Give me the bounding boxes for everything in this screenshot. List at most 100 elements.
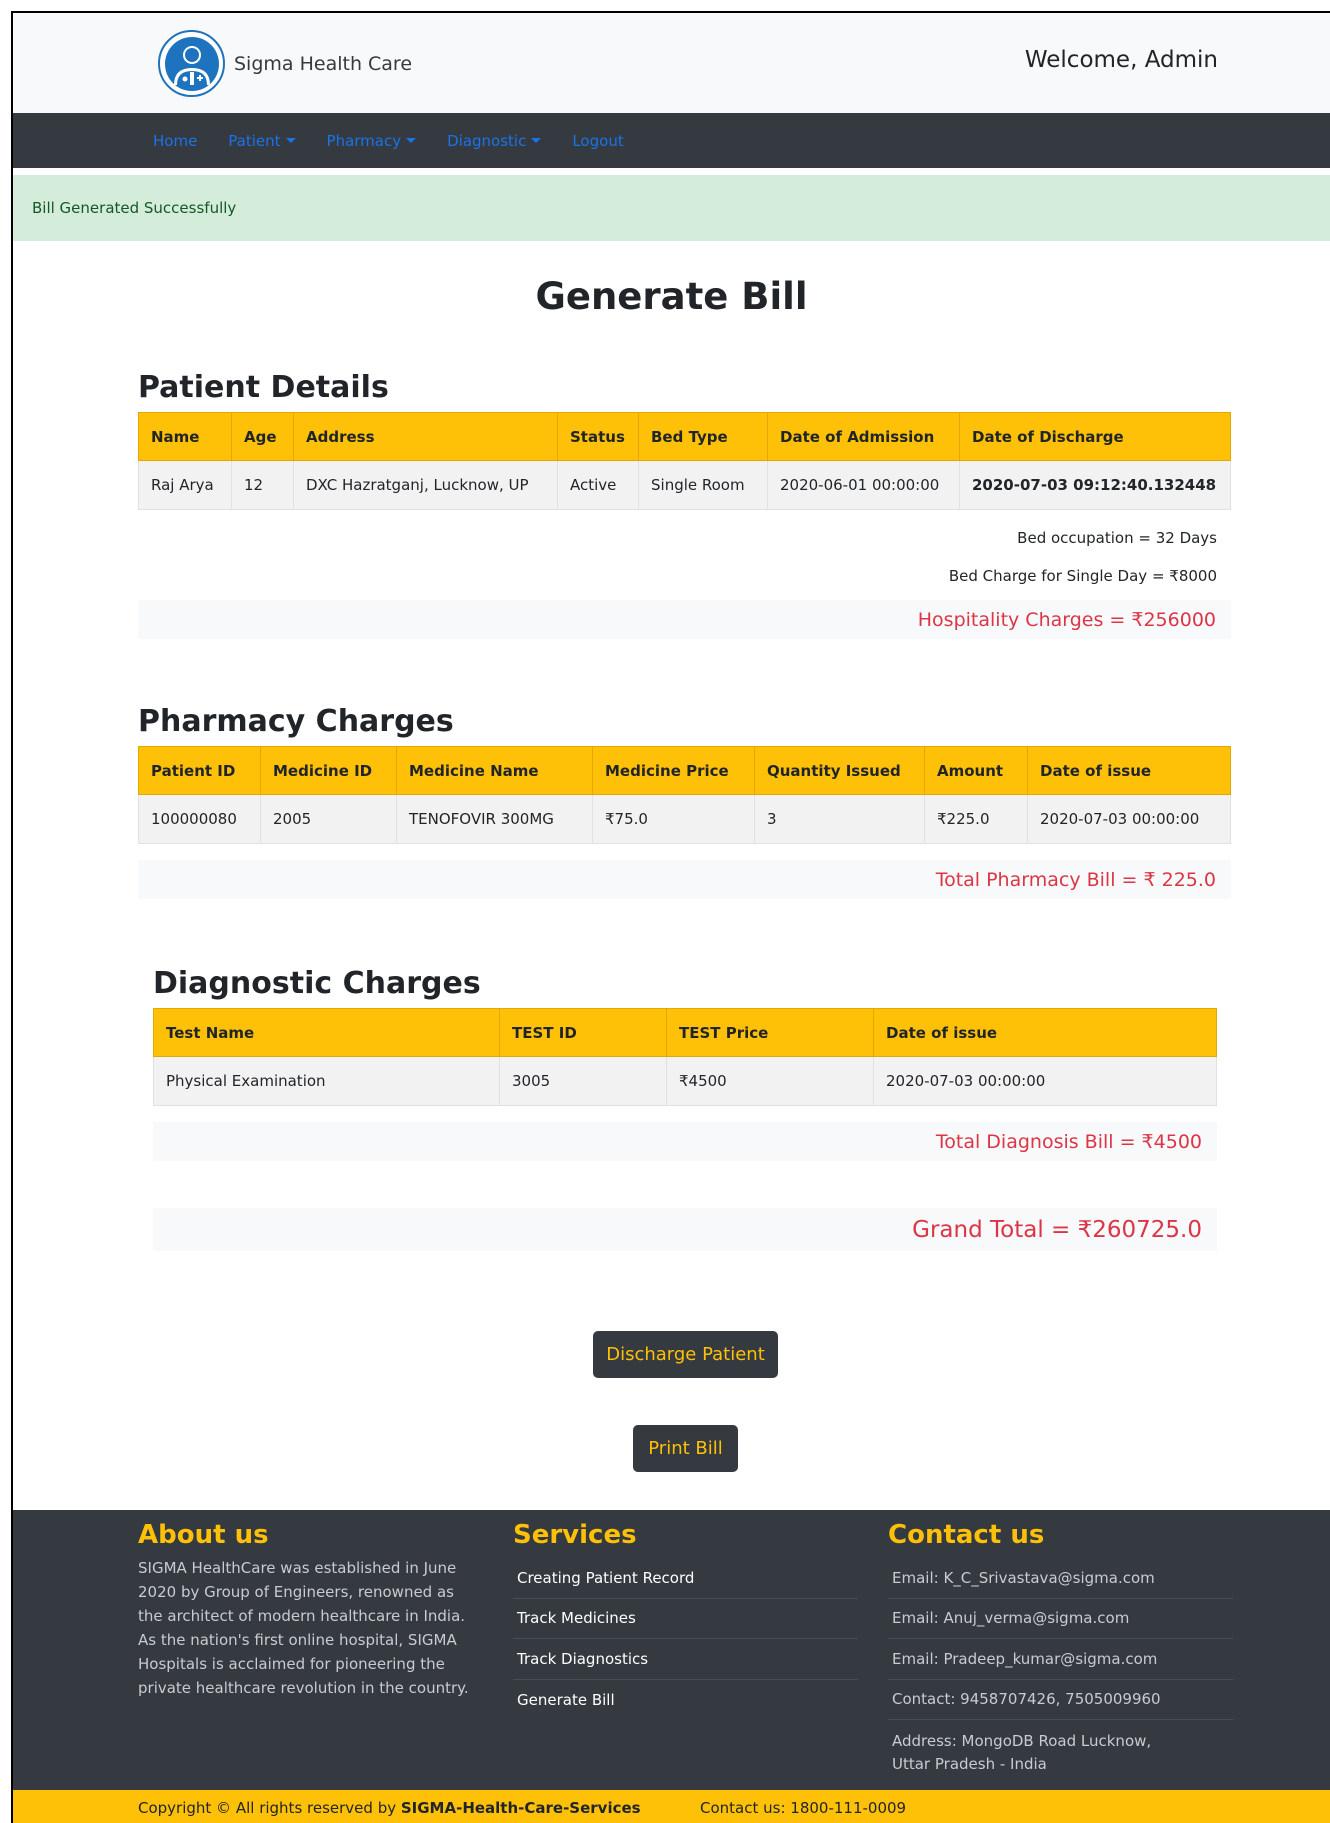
table-cell: 2020-07-03 09:12:40.132448 <box>959 460 1231 510</box>
table-row: 100000080 2005 TENOFOVIR 300MG ₹75.0 3 ₹… <box>138 794 1231 844</box>
nav-diagnostic-dropdown[interactable]: Diagnostic <box>447 131 542 150</box>
top-header: Sigma Health Care Welcome, Admin <box>13 13 1330 113</box>
doctor-logo-icon <box>158 30 225 97</box>
footer-about: About us SIGMA HealthCare was establishe… <box>138 1520 488 1700</box>
col-header: Medicine ID <box>260 746 397 795</box>
service-link[interactable]: Track Medicines <box>513 1599 858 1639</box>
table-cell: ₹75.0 <box>592 794 755 844</box>
patient-details-section: Patient Details Name Age Address Status … <box>138 370 1231 639</box>
page-title: Generate Bill <box>535 275 808 318</box>
table-cell: 2020-07-03 00:00:00 <box>873 1056 1217 1106</box>
caret-down-icon <box>531 138 542 143</box>
table-cell: 3005 <box>499 1056 667 1106</box>
welcome-text: Welcome, Admin <box>1024 47 1218 73</box>
diagnosis-total: Total Diagnosis Bill = ₹4500 <box>153 1122 1217 1161</box>
table-cell: Physical Examination <box>153 1056 500 1106</box>
table-header-row: Test Name TEST ID TEST Price Date of iss… <box>153 1008 1217 1057</box>
about-text: SIGMA HealthCare was established in June… <box>138 1559 469 1697</box>
contact-item: Email: Pradeep_kumar@sigma.com <box>888 1639 1233 1680</box>
grand-total: Grand Total = ₹260725.0 <box>153 1208 1217 1251</box>
copyright-contact: Contact us: 1800-111-0009 <box>700 1799 907 1817</box>
contact-list: Email: K_C_Srivastava@sigma.com Email: A… <box>888 1558 1233 1776</box>
col-header: Medicine Price <box>592 746 755 795</box>
contact-item: Address: MongoDB Road Lucknow, Uttar Pra… <box>892 1732 1152 1773</box>
success-alert: Bill Generated Successfully <box>13 175 1330 241</box>
service-link[interactable]: Creating Patient Record <box>513 1558 858 1599</box>
diagnostic-heading: Diagnostic Charges <box>153 966 481 1001</box>
contact-item: Contact: 9458707426, 7505009960 <box>888 1680 1233 1720</box>
col-header: Status <box>557 412 639 461</box>
bed-charge: Bed Charge for Single Day = ₹8000 <box>948 567 1217 585</box>
nav-logout[interactable]: Logout <box>572 132 623 150</box>
bed-occupation: Bed occupation = 32 Days <box>1017 529 1217 547</box>
hospitality-total: Hospitality Charges = ₹256000 <box>138 600 1231 639</box>
pharmacy-total: Total Pharmacy Bill = ₹ 225.0 <box>138 860 1231 899</box>
table-cell: Active <box>557 460 639 510</box>
table-cell: TENOFOVIR 300MG <box>396 794 593 844</box>
caret-down-icon <box>406 138 417 143</box>
col-header: Patient ID <box>138 746 261 795</box>
table-header-row: Patient ID Medicine ID Medicine Name Med… <box>138 746 1231 795</box>
col-header: Name <box>138 412 232 461</box>
caret-down-icon <box>285 138 296 143</box>
col-header: TEST ID <box>499 1008 667 1057</box>
nav-home-label: Home <box>153 131 198 150</box>
nav-patient-label: Patient <box>228 131 281 150</box>
pharmacy-heading: Pharmacy Charges <box>138 704 454 739</box>
patient-table: Name Age Address Status Bed Type Date of… <box>138 412 1231 510</box>
services-title: Services <box>513 1520 637 1550</box>
table-cell: 2020-07-03 00:00:00 <box>1027 794 1231 844</box>
nav-logout-label: Logout <box>572 131 624 150</box>
col-header: Date of issue <box>1027 746 1231 795</box>
copyright-bar: Copyright © All rights reserved by SIGMA… <box>13 1790 1330 1823</box>
contact-item: Email: K_C_Srivastava@sigma.com <box>888 1558 1233 1599</box>
table-cell: DXC Hazratganj, Lucknow, UP <box>293 460 558 510</box>
patient-details-heading: Patient Details <box>138 370 389 405</box>
about-title: About us <box>138 1520 269 1550</box>
table-row: Raj Arya 12 DXC Hazratganj, Lucknow, UP … <box>138 460 1231 510</box>
col-header: Bed Type <box>638 412 768 461</box>
nav-pharmacy-label: Pharmacy <box>326 131 402 150</box>
nav-patient-dropdown[interactable]: Patient <box>228 131 296 150</box>
page-frame: Sigma Health Care Welcome, Admin Home Pa… <box>11 11 1330 1823</box>
diagnostic-section: Diagnostic Charges Test Name TEST ID TES… <box>153 966 1217 1251</box>
copyright-owner: SIGMA-Health-Care-Services <box>400 1799 641 1817</box>
table-cell: ₹4500 <box>666 1056 874 1106</box>
col-header: Date of Admission <box>767 412 960 461</box>
table-cell: 12 <box>231 460 294 510</box>
brand-name: Sigma Health Care <box>234 52 413 75</box>
col-header: Quantity Issued <box>754 746 925 795</box>
contact-item: Email: Anuj_verma@sigma.com <box>888 1599 1233 1639</box>
nav-diagnostic-label: Diagnostic <box>447 131 527 150</box>
table-cell: Raj Arya <box>138 460 232 510</box>
print-bill-button[interactable]: Print Bill <box>633 1425 738 1472</box>
navbar: Home Patient Pharmacy Diagnostic Logout <box>13 113 1330 168</box>
service-link[interactable]: Track Diagnostics <box>513 1639 858 1680</box>
table-cell: ₹225.0 <box>924 794 1028 844</box>
table-cell: 2020-06-01 00:00:00 <box>767 460 960 510</box>
contact-title: Contact us <box>888 1520 1045 1550</box>
nav-pharmacy-dropdown[interactable]: Pharmacy <box>327 132 417 150</box>
copyright-prefix: Copyright © All rights reserved by <box>138 1799 401 1817</box>
pharmacy-section: Pharmacy Charges Patient ID Medicine ID … <box>138 704 1231 899</box>
footer-contact: Contact us Email: K_C_Srivastava@sigma.c… <box>888 1520 1233 1776</box>
nav-home[interactable]: Home <box>153 132 197 150</box>
diagnostic-table: Test Name TEST ID TEST Price Date of iss… <box>153 1008 1217 1106</box>
table-row: Physical Examination 3005 ₹4500 2020-07-… <box>153 1056 1217 1106</box>
col-header: Date of issue <box>873 1008 1217 1057</box>
table-cell: Single Room <box>638 460 768 510</box>
col-header: Address <box>293 412 558 461</box>
col-header: Amount <box>924 746 1028 795</box>
service-link[interactable]: Generate Bill <box>513 1680 858 1721</box>
table-header-row: Name Age Address Status Bed Type Date of… <box>138 412 1231 461</box>
col-header: TEST Price <box>666 1008 874 1057</box>
brand[interactable]: Sigma Health Care <box>158 30 412 97</box>
footer: About us SIGMA HealthCare was establishe… <box>13 1510 1330 1823</box>
col-header: Date of Discharge <box>959 412 1231 461</box>
discharge-patient-button[interactable]: Discharge Patient <box>593 1331 778 1378</box>
table-cell: 2005 <box>260 794 397 844</box>
copyright-text: Copyright © All rights reserved by SIGMA… <box>138 1799 641 1817</box>
col-header: Medicine Name <box>396 746 593 795</box>
table-cell: 3 <box>754 794 925 844</box>
pharmacy-table: Patient ID Medicine ID Medicine Name Med… <box>138 746 1231 844</box>
